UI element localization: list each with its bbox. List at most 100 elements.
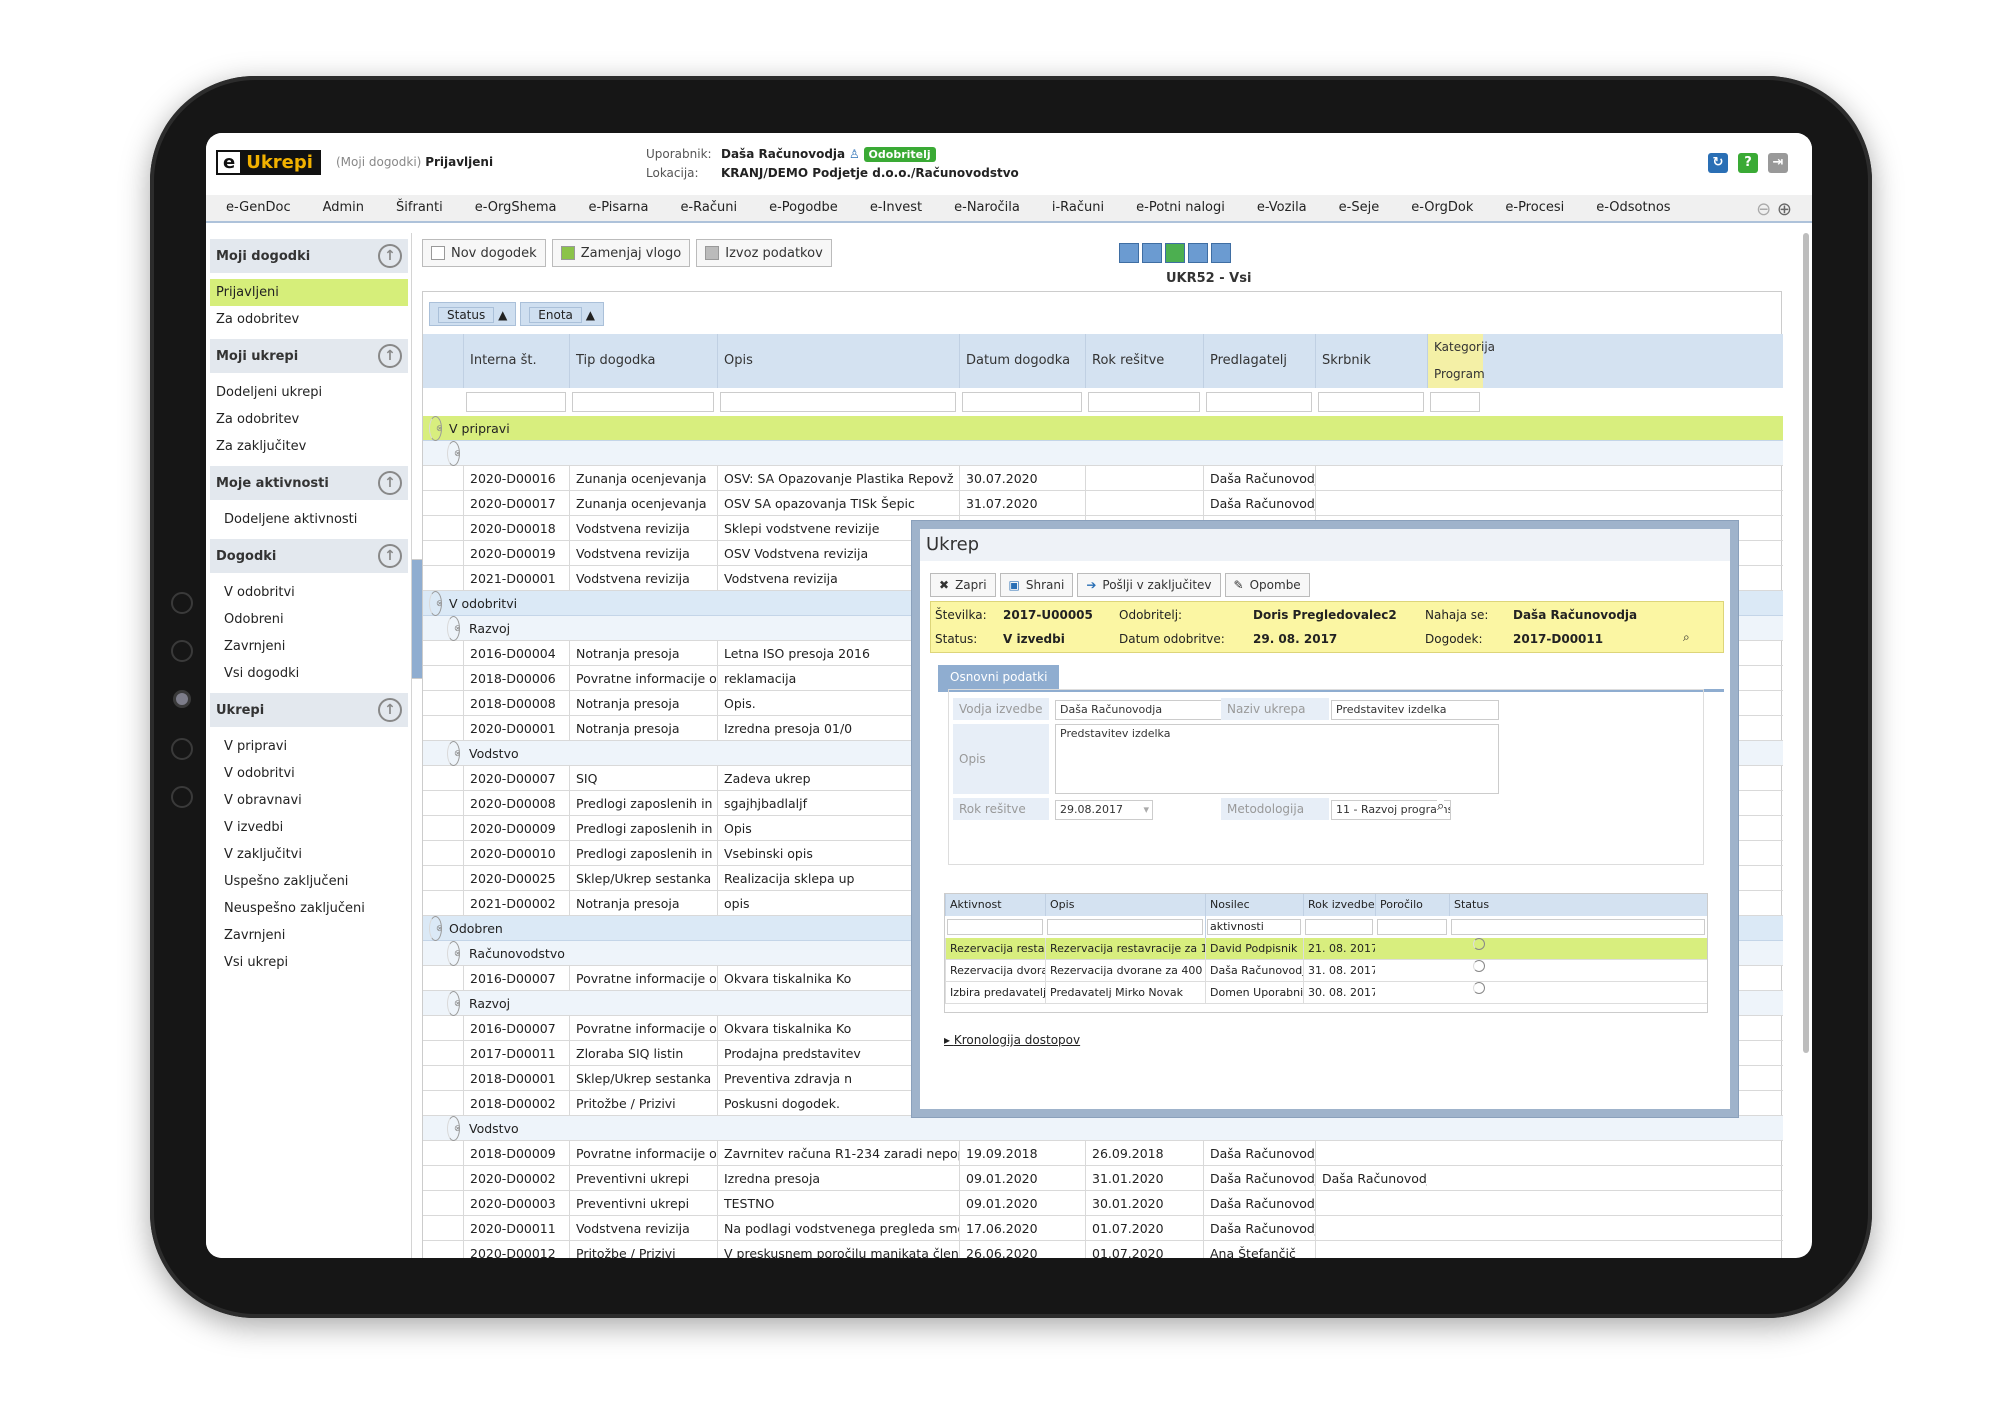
tab-e-pisarna[interactable]: e-Pisarna <box>573 194 665 222</box>
activity-col-header[interactable]: Opis <box>1045 894 1205 916</box>
delete-row-icon[interactable] <box>1142 243 1162 263</box>
excel-icon[interactable] <box>1165 243 1185 263</box>
col-header[interactable]: Tip dogodka <box>569 334 717 388</box>
collapse-icon[interactable]: ⊗ <box>447 941 460 966</box>
collapse-icon[interactable]: ⊗ <box>429 416 442 441</box>
help-icon[interactable]: ? <box>1738 153 1758 173</box>
sidebar-item[interactable]: Odobreni <box>210 606 408 633</box>
col-header-category[interactable]: Kategorija <box>1427 334 1495 361</box>
collapse-up-icon[interactable]: ↑ <box>378 544 402 568</box>
sidebar-item[interactable]: V odobritvi <box>210 579 408 606</box>
activity-col-header[interactable]: Poročilo <box>1375 894 1449 916</box>
filter-input[interactable] <box>466 392 566 412</box>
sidebar-item[interactable]: Dodeljeni ukrepi <box>210 379 408 406</box>
collapse-up-icon[interactable]: ↑ <box>378 698 402 722</box>
filter-input[interactable] <box>962 392 1082 412</box>
collapse-icon[interactable]: ⊗ <box>429 591 442 616</box>
collapse-icon[interactable]: ⊗ <box>447 441 460 466</box>
measure-name-input[interactable]: Predstavitev izdelka <box>1331 700 1499 720</box>
tab-e-naro-ila[interactable]: e-Naročila <box>938 194 1036 222</box>
sidebar-item[interactable]: Zavrnjeni <box>210 922 408 949</box>
role-badge[interactable]: Odobritelj <box>863 147 936 162</box>
refresh-grid-icon[interactable] <box>1211 243 1231 263</box>
activity-filter[interactable] <box>1377 919 1447 935</box>
send-to-close-button[interactable]: ➔ Pošlji v zaključitev <box>1077 573 1221 597</box>
activity-filter[interactable] <box>1451 919 1705 935</box>
activity-row[interactable]: Rezervacija dvoraneRezervacija dvorane z… <box>945 960 1707 982</box>
filter-input[interactable] <box>1318 392 1424 412</box>
clock-icon[interactable] <box>1473 982 1485 994</box>
nav-next-icon[interactable]: ⊕ <box>1777 199 1792 220</box>
filter-input[interactable] <box>572 392 714 412</box>
app-logo[interactable]: e Ukrepi <box>216 150 321 175</box>
save-icon[interactable] <box>1188 243 1208 263</box>
tab-e-pogodbe[interactable]: e-Pogodbe <box>753 194 854 222</box>
table-row[interactable]: 2020-D00012 Pritožbe / Prizivi V preskusne… <box>423 1241 1783 1258</box>
sidebar-group-g4[interactable]: Dogodki ↑ <box>210 539 408 573</box>
filter-input[interactable] <box>720 392 956 412</box>
tab-e-ra-uni[interactable]: e-Računi <box>664 194 753 222</box>
activity-col-header[interactable]: Aktivnost <box>945 894 1045 916</box>
clock-icon[interactable] <box>1473 960 1485 972</box>
collapse-up-icon[interactable]: ↑ <box>378 471 402 495</box>
sidebar-item[interactable]: Vsi ukrepi <box>210 949 408 976</box>
tab--ifranti[interactable]: Šifranti <box>380 194 459 222</box>
sidebar-item[interactable]: Za zaključitev <box>210 433 408 460</box>
collapse-up-icon[interactable]: ↑ <box>378 244 402 268</box>
sidebar-group-g1[interactable]: Moji dogodki ↑ <box>210 239 408 273</box>
group-unit-chip[interactable]: Enota ▲ <box>520 302 604 326</box>
tab-e-orgdok[interactable]: e-OrgDok <box>1395 194 1489 222</box>
tab-e-potni-nalogi[interactable]: e-Potni nalogi <box>1120 194 1241 222</box>
tab-i-ra-uni[interactable]: i-Računi <box>1036 194 1120 222</box>
sidebar-item[interactable]: V izvedbi <box>210 814 408 841</box>
sidebar-group-g5[interactable]: Ukrepi ↑ <box>210 693 408 727</box>
refresh-icon[interactable]: ↻ <box>1708 153 1728 173</box>
tab-e-invest[interactable]: e-Invest <box>854 194 938 222</box>
access-history-link[interactable]: ▸ Kronologija dostopov <box>944 1033 1080 1047</box>
col-header-program[interactable]: Program <box>1427 361 1485 388</box>
logout-icon[interactable]: ⇥ <box>1768 153 1788 173</box>
close-button[interactable]: ✖ Zapri <box>930 573 996 597</box>
group-row[interactable]: ⊗ <box>423 441 1783 466</box>
col-header[interactable]: Opis <box>717 334 959 388</box>
clock-icon[interactable] <box>1473 938 1485 950</box>
deadline-date-input[interactable]: 29.08.2017 ▾ <box>1055 800 1153 820</box>
filter-input[interactable] <box>1206 392 1312 412</box>
col-header[interactable]: Datum dogodka <box>959 334 1085 388</box>
activity-col-header[interactable]: Rok izvedbe <box>1303 894 1375 916</box>
sidebar-item[interactable]: Vsi dogodki <box>210 660 408 687</box>
methodology-input[interactable]: 11 - Razvoj programske rešitve <box>1331 800 1451 820</box>
col-header[interactable]: Predlagatelj <box>1203 334 1315 388</box>
sidebar-item[interactable]: V odobritvi <box>210 760 408 787</box>
nav-prev-icon[interactable]: ⊖ <box>1756 199 1771 220</box>
export-button[interactable]: Izvoz podatkov <box>696 239 832 267</box>
tab-basic-data[interactable]: Osnovni podatki <box>938 665 1060 689</box>
col-header[interactable]: Skrbnik <box>1315 334 1427 388</box>
notes-button[interactable]: ✎ Opombe <box>1224 573 1310 597</box>
tab-e-procesi[interactable]: e-Procesi <box>1489 194 1580 222</box>
sidebar-item[interactable]: V zaključitvi <box>210 841 408 868</box>
table-row[interactable]: 2018-D00009Povratne informacije odjemalc… <box>423 1141 1783 1166</box>
group-row[interactable]: ⊗ Vodstvo <box>423 1116 1783 1141</box>
sidebar-item[interactable]: Za odobritev <box>210 406 408 433</box>
activity-row[interactable]: Rezervacija restavracijeRezervacija rest… <box>945 938 1707 960</box>
tab-e-vozila[interactable]: e-Vozila <box>1241 194 1323 222</box>
add-row-icon[interactable] <box>1119 243 1139 263</box>
activity-filter[interactable] <box>1207 919 1301 935</box>
filter-input[interactable] <box>1430 392 1480 412</box>
group-row[interactable]: ⊗ V pripravi <box>423 416 1783 441</box>
new-event-button[interactable]: Nov dogodek <box>422 239 546 267</box>
table-row[interactable]: 2020-D00003 Preventivni ukrepi TESTNO 09.01… <box>423 1191 1783 1216</box>
sidebar-item[interactable]: Za odobritev <box>210 306 408 333</box>
activity-row[interactable]: Izbira predavatelja Predavatelj Mirko Nov… <box>945 982 1707 1004</box>
sidebar-item[interactable]: V pripravi <box>210 733 408 760</box>
activity-filter[interactable] <box>947 919 1043 935</box>
description-textarea[interactable]: Predstavitev izdelka <box>1055 724 1499 794</box>
collapse-icon[interactable]: ⊗ <box>429 916 442 941</box>
filter-input[interactable] <box>1088 392 1200 412</box>
activity-filter[interactable] <box>1305 919 1373 935</box>
tab-admin[interactable]: Admin <box>307 194 380 222</box>
col-header[interactable]: Rok rešitve <box>1085 334 1203 388</box>
tab-e-odsotnos[interactable]: e-Odsotnos <box>1580 194 1686 222</box>
sidebar-item[interactable]: Uspešno zaključeni <box>210 868 408 895</box>
